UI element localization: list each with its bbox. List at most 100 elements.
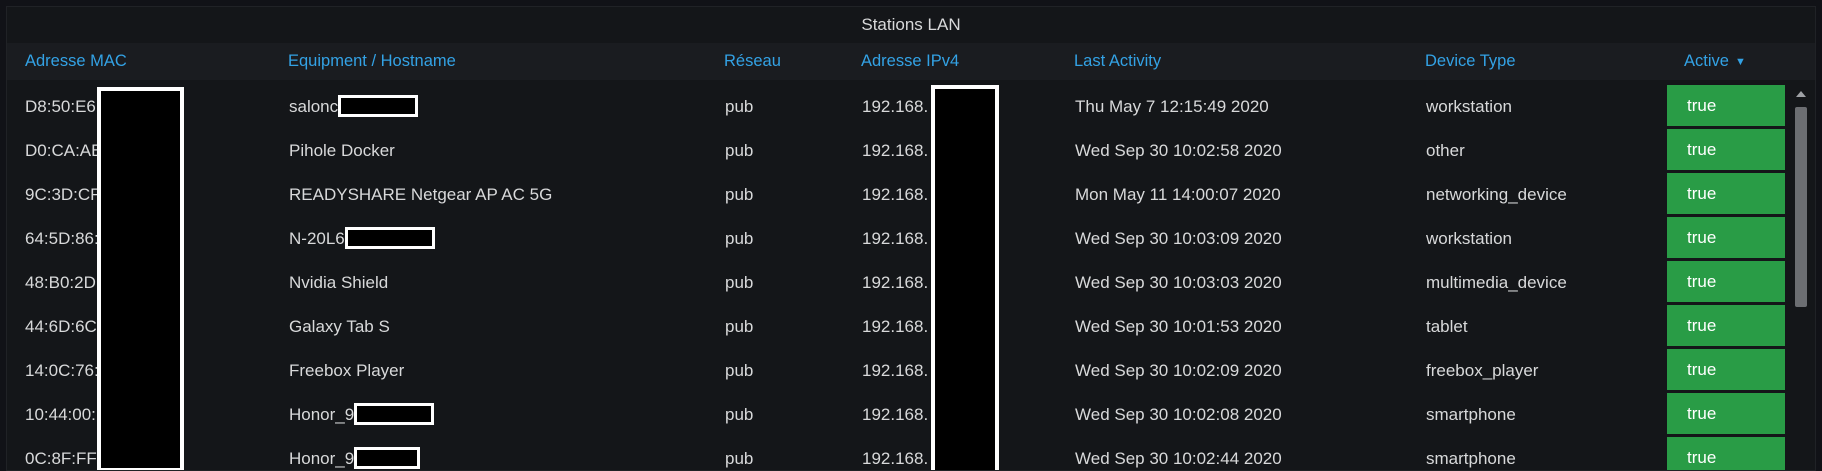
table-row[interactable]: 48:B0:2D Nvidia Shield pub 192.168. Wed Sep … <box>7 261 1787 305</box>
table-row[interactable]: 0C:8F:FF: Honor_9 pub 192.168. Wed Sep 30 10… <box>7 437 1787 470</box>
cell-device-type-text: tablet <box>1426 317 1468 336</box>
stations-lan-panel: Stations LAN Adresse MAC Equipment / Hos… <box>6 6 1816 471</box>
cell-device-type-text: other <box>1426 141 1465 160</box>
cell-hostname: salonc <box>289 85 419 129</box>
cell-active-status: true <box>1667 393 1785 434</box>
redaction-box <box>338 95 419 118</box>
cell-last-activity: Wed Sep 30 10:02:44 2020 <box>1075 437 1282 470</box>
cell-mac-address: 9C:3D:CF <box>25 173 101 217</box>
redaction-box <box>931 85 999 470</box>
cell-last-activity: Wed Sep 30 10:02:58 2020 <box>1075 129 1282 173</box>
table-row[interactable]: D0:CA:AB Pihole Docker pub 192.168. Wed Sep … <box>7 129 1787 173</box>
redaction-box <box>97 87 184 470</box>
cell-last-activity-text: Wed Sep 30 10:02:09 2020 <box>1075 361 1282 380</box>
cell-mac-address-text: 64:5D:86: <box>25 229 99 248</box>
cell-network: pub <box>725 85 753 129</box>
table-row[interactable]: 14:0C:76: Freebox Player pub 192.168. Wed Se… <box>7 349 1787 393</box>
cell-mac-address-text: 9C:3D:CF <box>25 185 101 204</box>
cell-mac-address: D0:CA:AB <box>25 129 102 173</box>
cell-mac-address: 48:B0:2D <box>25 261 96 305</box>
table-row[interactable]: 44:6D:6C Galaxy Tab S pub 192.168. Wed Sep 3… <box>7 305 1787 349</box>
cell-active-status: true <box>1667 217 1785 258</box>
redaction-box <box>354 447 421 470</box>
column-header-mac[interactable]: Adresse MAC <box>25 43 127 80</box>
vertical-scrollbar[interactable] <box>1793 85 1809 470</box>
cell-hostname-text: Freebox Player <box>289 361 405 380</box>
scroll-up-arrow-icon[interactable] <box>1796 91 1806 97</box>
cell-mac-address: 14:0C:76: <box>25 349 99 393</box>
cell-network: pub <box>725 349 753 393</box>
cell-ipv4-text: 192.168. <box>862 141 929 160</box>
cell-last-activity-text: Mon May 11 14:00:07 2020 <box>1075 185 1281 204</box>
cell-network-text: pub <box>725 449 754 468</box>
redaction-box <box>344 227 435 250</box>
table-row[interactable]: 10:44:00: Honor_9 pub 192.168. Wed Sep 30 10… <box>7 393 1787 437</box>
cell-ipv4: 192.168. <box>862 261 928 305</box>
cell-last-activity: Wed Sep 30 10:03:03 2020 <box>1075 261 1282 305</box>
cell-hostname: Freebox Player <box>289 349 404 393</box>
column-header-hostname[interactable]: Equipment / Hostname <box>288 43 456 80</box>
column-header-ipv4[interactable]: Adresse IPv4 <box>861 43 959 80</box>
cell-hostname-text: N-20L6 <box>289 229 345 248</box>
cell-mac-address: 64:5D:86: <box>25 217 99 261</box>
cell-mac-address-text: 44:6D:6C <box>25 317 97 336</box>
cell-last-activity: Wed Sep 30 10:02:09 2020 <box>1075 349 1282 393</box>
table-row[interactable]: D8:50:E6: salonc pub 192.168. Thu May 7 12:1… <box>7 85 1787 129</box>
column-header-network[interactable]: Réseau <box>724 43 781 80</box>
cell-ipv4: 192.168. <box>862 393 928 437</box>
cell-hostname-text: Galaxy Tab S <box>289 317 390 336</box>
cell-ipv4: 192.168. <box>862 217 928 261</box>
cell-mac-address-text: 10:44:00: <box>25 405 96 424</box>
cell-ipv4-text: 192.168. <box>862 229 929 248</box>
scrollbar-thumb[interactable] <box>1795 107 1807 307</box>
cell-hostname-text: Nvidia Shield <box>289 273 389 292</box>
cell-ipv4-text: 192.168. <box>862 185 929 204</box>
cell-ipv4-text: 192.168. <box>862 317 929 336</box>
cell-active-status: true <box>1667 349 1785 390</box>
table-body: D8:50:E6: salonc pub 192.168. Thu May 7 12:1… <box>7 85 1787 470</box>
cell-network: pub <box>725 129 753 173</box>
column-header-active[interactable]: Active ▼ <box>1684 43 1746 80</box>
cell-ipv4-text: 192.168. <box>862 361 929 380</box>
cell-mac-address: 10:44:00: <box>25 393 96 437</box>
cell-mac-address-text: D8:50:E6: <box>25 97 101 116</box>
cell-ipv4-text: 192.168. <box>862 405 929 424</box>
cell-device-type-text: freebox_player <box>1426 361 1539 380</box>
cell-ipv4-text: 192.168. <box>862 449 929 468</box>
cell-hostname: N-20L6 <box>289 217 435 261</box>
panel-title[interactable]: Stations LAN <box>7 7 1815 43</box>
cell-ipv4: 192.168. <box>862 305 928 349</box>
cell-hostname-text: salonc <box>289 97 339 116</box>
cell-last-activity: Wed Sep 30 10:02:08 2020 <box>1075 393 1282 437</box>
cell-last-activity: Mon May 11 14:00:07 2020 <box>1075 173 1281 217</box>
cell-ipv4: 192.168. <box>862 173 928 217</box>
cell-network-text: pub <box>725 273 754 292</box>
cell-hostname-text: READYSHARE Netgear AP AC 5G <box>289 185 553 204</box>
cell-hostname: READYSHARE Netgear AP AC 5G <box>289 173 552 217</box>
column-header-device-type[interactable]: Device Type <box>1425 43 1516 80</box>
cell-ipv4: 192.168. <box>862 85 928 129</box>
table-row[interactable]: 9C:3D:CF READYSHARE Netgear AP AC 5G pub 19… <box>7 173 1787 217</box>
cell-ipv4-text: 192.168. <box>862 97 929 116</box>
table-row[interactable]: 64:5D:86: N-20L6 pub 192.168. Wed Sep 30 10:… <box>7 217 1787 261</box>
cell-hostname: Honor_9 <box>289 437 421 470</box>
cell-device-type: smartphone <box>1426 393 1516 437</box>
cell-hostname-text: Honor_9 <box>289 449 355 468</box>
cell-device-type-text: workstation <box>1426 97 1512 116</box>
cell-ipv4: 192.168. <box>862 129 928 173</box>
cell-hostname: Honor_9 <box>289 393 435 437</box>
redaction-box <box>354 403 435 426</box>
cell-device-type: other <box>1426 129 1465 173</box>
cell-hostname: Galaxy Tab S <box>289 305 390 349</box>
cell-last-activity-text: Wed Sep 30 10:02:44 2020 <box>1075 449 1282 468</box>
cell-network: pub <box>725 437 754 470</box>
cell-mac-address: 0C:8F:FF: <box>25 437 102 470</box>
column-header-last-activity[interactable]: Last Activity <box>1074 43 1161 80</box>
cell-mac-address-text: 14:0C:76: <box>25 361 99 380</box>
cell-last-activity-text: Wed Sep 30 10:01:53 2020 <box>1075 317 1282 336</box>
cell-network-text: pub <box>725 141 754 160</box>
cell-last-activity: Thu May 7 12:15:49 2020 <box>1075 85 1269 129</box>
cell-mac-address-text: 0C:8F:FF: <box>25 449 102 468</box>
cell-active-status: true <box>1667 173 1785 214</box>
cell-network-text: pub <box>725 97 754 116</box>
